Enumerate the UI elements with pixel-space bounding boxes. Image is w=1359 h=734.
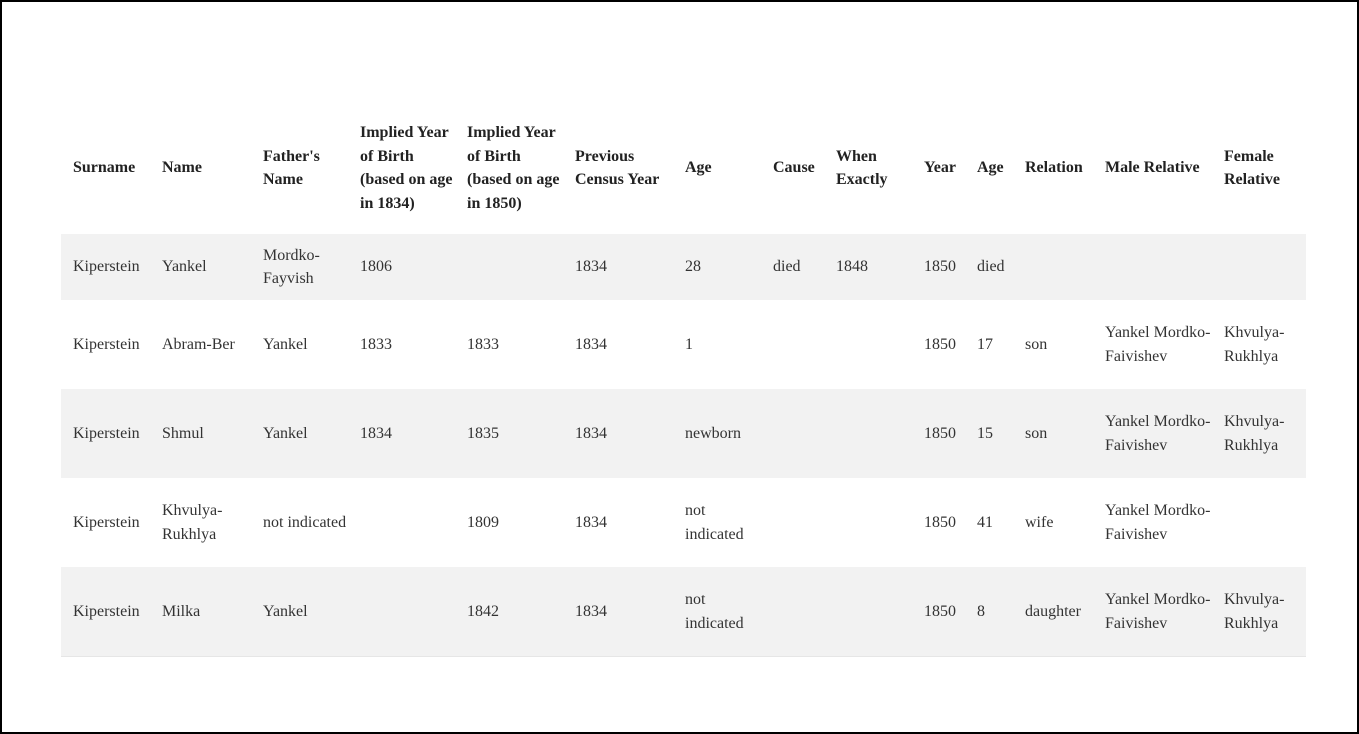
- cell-fathers-name: not indicated: [263, 513, 347, 531]
- cell-cause: died: [773, 258, 801, 276]
- cell-relation: [1013, 234, 1093, 300]
- cell-previous-census-year: 1834: [575, 424, 607, 442]
- cell-name: Khvulya-Rukhlya: [162, 502, 223, 543]
- cell-year: 1850: [924, 424, 956, 442]
- cell-birth-1850: 1809: [467, 513, 499, 531]
- table-row: Kiperstein Yankel Mordko-Fayvish 1806 18…: [61, 234, 1306, 300]
- cell-age-1850: 8: [965, 567, 1013, 657]
- census-table: Surname Name Father's Name Implied Year …: [61, 102, 1306, 657]
- cell-previous-census-year: 1834: [575, 335, 607, 353]
- cell-birth-1834: 1833: [360, 335, 392, 353]
- cell-male-relative: Yankel Mordko-Faivishev: [1105, 502, 1211, 543]
- cell-birth-1850: 1835: [467, 424, 499, 442]
- cell-age-1850: 15: [977, 424, 993, 442]
- cell-year: 1850: [924, 258, 956, 276]
- col-header-when-exactly: When Exactly: [836, 147, 888, 189]
- cell-birth-1850: 1833: [467, 335, 499, 353]
- cell-when-exactly: [824, 389, 912, 478]
- cell-age-1834: 1: [685, 335, 693, 353]
- col-header-age-1834: Age: [685, 159, 712, 177]
- cell-fathers-name: Mordko-Fayvish: [263, 246, 320, 288]
- cell-cause: [761, 300, 824, 389]
- cell-birth-1834: [348, 567, 455, 657]
- cell-female-relative: Khvulya-Rukhlya: [1224, 324, 1285, 365]
- cell-previous-census-year: 1834: [563, 567, 673, 657]
- col-header-birth-1834: Implied Year of Birth (based on age in 1…: [360, 124, 453, 212]
- cell-birth-1834: 1806: [360, 258, 392, 276]
- cell-male-relative: Yankel Mordko-Faivishev: [1105, 324, 1211, 365]
- col-header-name: Name: [162, 159, 202, 177]
- cell-relation: son: [1025, 424, 1048, 442]
- col-header-female-relative: Female Relative: [1224, 147, 1280, 189]
- cell-relation: son: [1025, 335, 1048, 353]
- col-header-male-relative: Male Relative: [1105, 159, 1200, 177]
- cell-birth-1850: [455, 234, 563, 300]
- cell-birth-1850: 1842: [455, 567, 563, 657]
- cell-female-relative: Khvulya-Rukhlya: [1212, 567, 1306, 657]
- cell-birth-1834: 1834: [360, 424, 392, 442]
- cell-female-relative: [1212, 478, 1306, 567]
- col-header-year: Year: [924, 159, 956, 177]
- cell-fathers-name: Yankel: [263, 335, 308, 353]
- cell-when-exactly: [824, 567, 912, 657]
- cell-year: 1850: [924, 513, 956, 531]
- cell-age-1834: newborn: [685, 424, 741, 442]
- cell-cause: [761, 567, 824, 657]
- cell-relation: wife: [1025, 513, 1054, 531]
- cell-birth-1834: [348, 478, 455, 567]
- col-header-cause: Cause: [773, 159, 815, 177]
- cell-surname: Kiperstein: [73, 513, 140, 531]
- cell-surname: Kiperstein: [73, 424, 140, 442]
- col-header-age-1850: Age: [977, 159, 1004, 177]
- cell-fathers-name: Yankel: [263, 424, 308, 442]
- cell-male-relative: [1093, 234, 1212, 300]
- cell-name: Yankel: [162, 258, 207, 276]
- header-row: Surname Name Father's Name Implied Year …: [61, 102, 1306, 234]
- cell-age-1850: 17: [977, 335, 993, 353]
- cell-surname: Kiperstein: [73, 258, 140, 276]
- cell-age-1834: not indicated: [685, 502, 744, 543]
- cell-year: 1850: [924, 335, 956, 353]
- cell-cause: [761, 478, 824, 567]
- col-header-surname: Surname: [73, 159, 136, 177]
- col-header-previous-census-year: Previous Census Year: [575, 147, 660, 189]
- cell-age-1834: 28: [685, 258, 701, 276]
- page-frame: Surname Name Father's Name Implied Year …: [0, 0, 1359, 734]
- table-row: Kiperstein Khvulya-Rukhlya not indicated…: [61, 478, 1306, 567]
- cell-name: Shmul: [162, 424, 204, 442]
- table-row: Kiperstein Milka Yankel 1842 1834 not in…: [61, 567, 1306, 657]
- cell-relation: daughter: [1013, 567, 1093, 657]
- col-header-relation: Relation: [1025, 159, 1083, 177]
- cell-when-exactly: 1848: [836, 258, 868, 276]
- cell-name: Milka: [150, 567, 251, 657]
- cell-name: Abram-Ber: [162, 335, 235, 353]
- cell-fathers-name: Yankel: [251, 567, 348, 657]
- cell-previous-census-year: 1834: [575, 513, 607, 531]
- cell-age-1834: not indicated: [673, 567, 761, 657]
- table-row: Kiperstein Shmul Yankel 1834 1835 1834 n…: [61, 389, 1306, 478]
- cell-female-relative: Khvulya-Rukhlya: [1224, 413, 1285, 454]
- cell-male-relative: Yankel Mordko-Faivishev: [1093, 567, 1212, 657]
- cell-surname: Kiperstein: [61, 567, 150, 657]
- cell-male-relative: Yankel Mordko-Faivishev: [1105, 413, 1211, 454]
- census-table-container: Surname Name Father's Name Implied Year …: [61, 102, 1306, 657]
- cell-when-exactly: [824, 478, 912, 567]
- cell-previous-census-year: 1834: [575, 258, 607, 276]
- cell-year: 1850: [912, 567, 965, 657]
- cell-age-1850: died: [977, 258, 1005, 276]
- col-header-fathers-name: Father's Name: [263, 147, 320, 189]
- col-header-birth-1850: Implied Year of Birth (based on age in 1…: [467, 124, 560, 212]
- cell-cause: [761, 389, 824, 478]
- cell-age-1850: 41: [977, 513, 993, 531]
- table-row: Kiperstein Abram-Ber Yankel 1833 1833 18…: [61, 300, 1306, 389]
- cell-surname: Kiperstein: [73, 335, 140, 353]
- cell-female-relative: [1212, 234, 1306, 300]
- cell-when-exactly: [824, 300, 912, 389]
